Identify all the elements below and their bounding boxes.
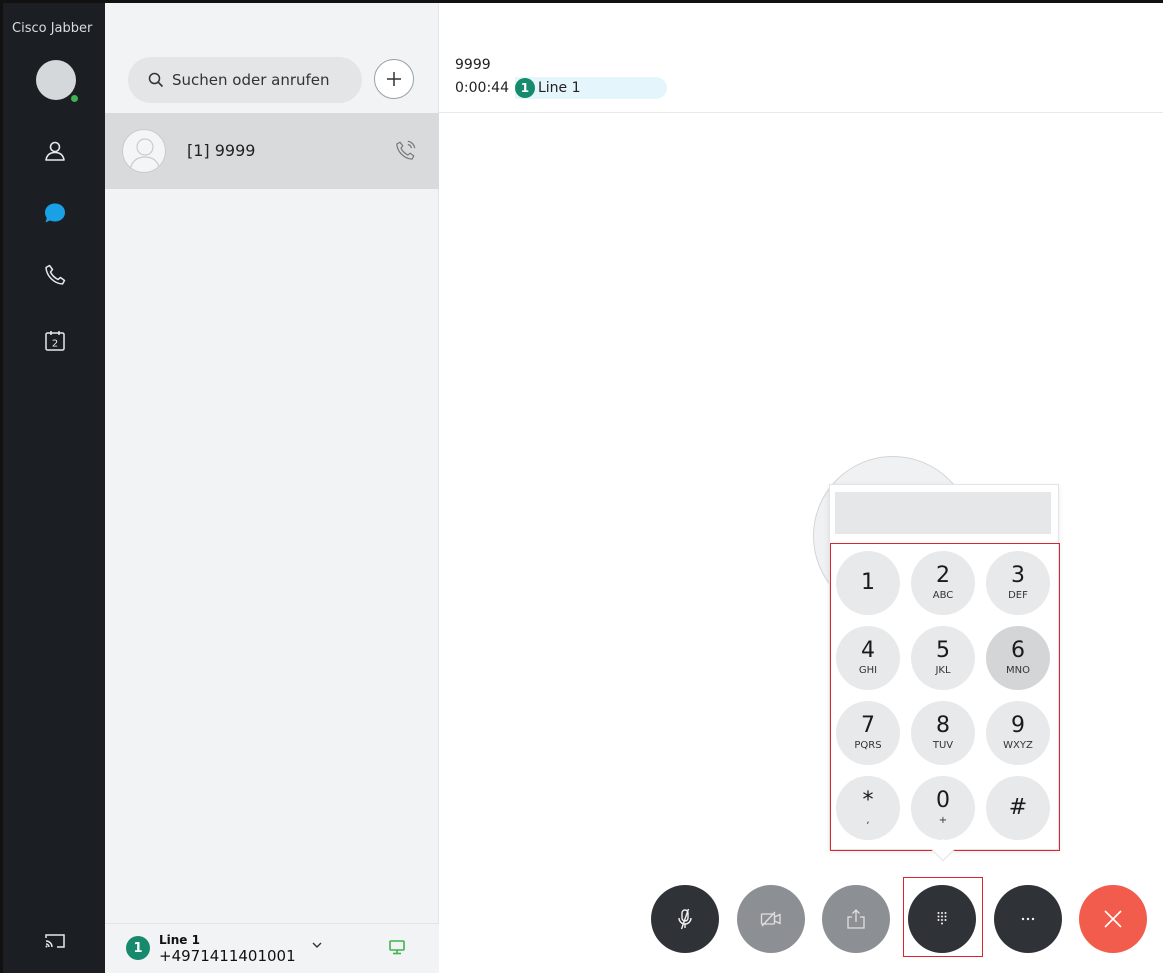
share-screen-icon [847, 909, 865, 929]
keypad-key[interactable]: 7 PQRS [836, 701, 900, 765]
chevron-down-icon[interactable] [310, 938, 324, 952]
active-call-icon [396, 140, 416, 160]
line-number: +4971411401001 [159, 947, 296, 965]
keypad-key-digit: 6 [1011, 638, 1025, 663]
keypad-key-letters: , [866, 815, 870, 826]
keypad-key-digit: 1 [861, 570, 875, 595]
keypad-key-letters: ABC [932, 590, 954, 601]
keypad-key[interactable]: 1 [836, 551, 900, 615]
more-icon [1021, 917, 1035, 921]
person-icon [45, 141, 65, 161]
keypad-key-digit: * [862, 788, 874, 813]
mute-button[interactable] [651, 885, 719, 953]
person-placeholder-icon [129, 138, 161, 171]
keypad-key-letters: GHI [858, 665, 878, 676]
rail-contacts-button[interactable] [41, 137, 69, 165]
keypad-key-digit: 0 [936, 788, 950, 813]
keypad-key[interactable]: 9 WXYZ [986, 701, 1050, 765]
app-title: Cisco Jabber [12, 21, 93, 36]
keypad-popover: 1 2 ABC 3 DEF 4 GHI 5 JKL 6 MNO 7 PQRS 8 TUV 9 WXYZ *, 0 + # [829, 484, 1060, 862]
keypad-key-letters: MNO [1006, 665, 1030, 676]
search-input[interactable] [172, 71, 352, 89]
list-item[interactable]: [1] 9999 [105, 113, 439, 189]
keypad-key-digit: 2 [936, 563, 950, 588]
keypad-key-letters: WXYZ [1003, 740, 1033, 751]
call-header: 9999 0:00:44 1 Line 1 [439, 3, 1163, 113]
end-call-icon [1104, 910, 1122, 928]
add-button[interactable] [374, 59, 414, 99]
microphone-muted-icon [678, 908, 692, 930]
keypad-grid: 1 2 ABC 3 DEF 4 GHI 5 JKL 6 MNO 7 PQRS 8 TUV 9 WXYZ *, 0 + # [830, 543, 1060, 851]
keypad-key-letters: JKL [935, 665, 951, 676]
keypad-key[interactable]: 4 GHI [836, 626, 900, 690]
search-box[interactable] [128, 57, 362, 103]
call-name: 9999 [455, 57, 491, 73]
keypad-key[interactable]: # [986, 776, 1050, 840]
keypad-key[interactable]: *, [836, 776, 900, 840]
keypad-key[interactable]: 6 MNO [986, 626, 1050, 690]
keypad-key-letters: PQRS [854, 740, 882, 751]
nav-rail: Cisco Jabber 2 [3, 3, 105, 973]
keypad-key-digit: # [1008, 795, 1028, 820]
rail-meetings-button[interactable]: 2 [41, 327, 69, 355]
phone-icon [45, 264, 66, 285]
presence-indicator [69, 93, 80, 104]
keypad-key-digit: 3 [1011, 563, 1025, 588]
keypad-key[interactable]: 0 + [911, 776, 975, 840]
line-badge: 1 [126, 936, 150, 960]
line-name: Line 1 [159, 933, 200, 947]
more-button[interactable] [994, 885, 1062, 953]
chat-bubble-icon [45, 203, 65, 223]
share-screen-button[interactable] [822, 885, 890, 953]
call-window: 9999 0:00:44 1 Line 1 1 2 ABC 3 DEF 4 GHI 5 JKL 6… [439, 3, 1163, 973]
rail-calls-button[interactable] [41, 261, 69, 289]
plus-icon [387, 72, 401, 86]
search-icon [148, 72, 164, 88]
meetings-badge: 2 [52, 339, 58, 350]
cast-screen-icon [45, 934, 65, 948]
keypad-key-letters: TUV [932, 740, 954, 751]
keypad-icon [937, 912, 947, 925]
keypad-key-digit: 8 [936, 713, 950, 738]
video-off-icon [760, 911, 781, 927]
rail-chats-button[interactable] [41, 199, 69, 227]
conversation-list: [1] 9999 1 Line 1 +4971411401001 [105, 3, 439, 973]
jabber-window: Cisco Jabber 2 Suchen oder anrufen [1] 9… [0, 0, 1163, 973]
call-status: 0:00:44 1 Line 1 [455, 77, 667, 99]
call-line-badge: 1 [514, 78, 535, 98]
contact-avatar [122, 129, 166, 173]
keypad-key-digit: 4 [861, 638, 875, 663]
call-line-pill: 1 Line 1 [514, 77, 667, 99]
dtmf-display[interactable] [835, 492, 1051, 534]
keypad-key-digit: 5 [936, 638, 950, 663]
calendar-icon: 2 [45, 331, 65, 351]
keypad-button[interactable] [908, 885, 976, 953]
call-line-label: Line 1 [537, 80, 581, 96]
keypad-key[interactable]: 5 JKL [911, 626, 975, 690]
line-selector[interactable]: 1 Line 1 +4971411401001 [105, 923, 439, 973]
keypad-key-letters: DEF [1008, 590, 1028, 601]
call-timer: 0:00:44 [455, 80, 509, 96]
keypad-key[interactable]: 2 ABC [911, 551, 975, 615]
keypad-key[interactable]: 3 DEF [986, 551, 1050, 615]
keypad-key-digit: 9 [1011, 713, 1025, 738]
video-button[interactable] [737, 885, 805, 953]
computer-audio-icon[interactable] [388, 938, 406, 956]
rail-cast-button[interactable] [41, 927, 69, 955]
keypad-key[interactable]: 8 TUV [911, 701, 975, 765]
keypad-key-letters: + [938, 815, 948, 826]
contact-name: [1] 9999 [187, 141, 256, 160]
end-call-button[interactable] [1079, 885, 1147, 953]
keypad-key-digit: 7 [861, 713, 875, 738]
